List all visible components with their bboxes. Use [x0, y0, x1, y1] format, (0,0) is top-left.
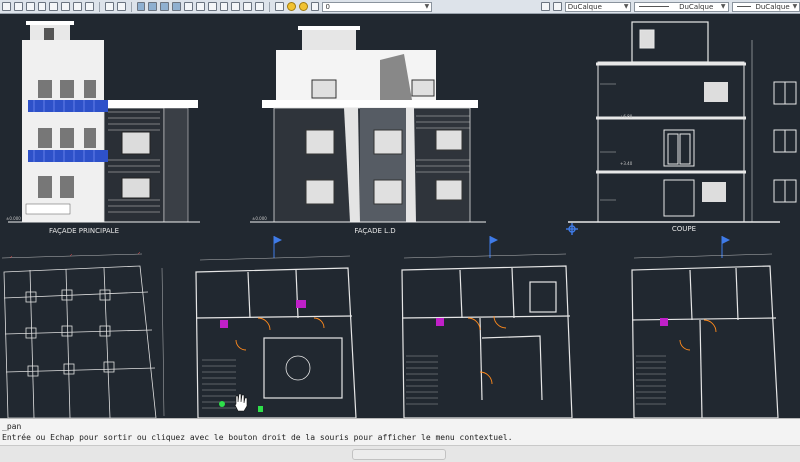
zoom-realtime-icon[interactable]	[148, 2, 158, 11]
command-line-grip[interactable]	[352, 449, 446, 460]
paste-icon[interactable]	[73, 2, 83, 11]
markup-icon[interactable]	[231, 2, 241, 11]
command-line-window[interactable]: _pan Entrée ou Echap pour sortir ou cliq…	[0, 418, 800, 462]
color-swatch-icon	[552, 2, 562, 11]
chevron-down-icon: ▼	[623, 2, 629, 10]
layer-previous-icon[interactable]	[541, 2, 550, 11]
undo-icon[interactable]	[104, 2, 114, 11]
cut-icon[interactable]	[49, 2, 59, 11]
quick-access-toolbar: 0 ▼ DuCalque ▼ DuCalque ▼ DuCalque ▼	[0, 0, 800, 14]
pan-icon[interactable]	[136, 2, 146, 11]
north-arrow-flag-icon	[273, 236, 282, 258]
sheet-set-icon[interactable]	[219, 2, 229, 11]
layer-value: 0	[325, 2, 330, 11]
lineweight-sample	[736, 6, 751, 7]
toolbar-separator	[269, 1, 270, 12]
level-base-label: ±0.000	[6, 216, 21, 221]
linetype-sample	[639, 6, 670, 7]
section-coupe	[568, 21, 797, 223]
coupe-title: COUPE	[672, 225, 696, 233]
elevation-facade-principale: ±0.000 FAÇADE PRINCIPALE	[6, 21, 200, 235]
chevron-down-icon: ▼	[424, 2, 430, 10]
toolbar-separator	[130, 1, 132, 12]
new-icon[interactable]	[2, 2, 11, 11]
quickcalc-icon[interactable]	[243, 2, 253, 11]
color-value: DuCalque	[567, 2, 602, 11]
level-label: +3.40	[620, 161, 633, 166]
facade-ld-title: FAÇADE L.D	[354, 227, 395, 235]
match-properties-icon[interactable]	[85, 2, 94, 11]
ucs-marker-icon	[566, 223, 578, 235]
redo-icon[interactable]	[116, 2, 126, 11]
linetype-dropdown[interactable]: DuCalque ▼	[634, 1, 729, 12]
level-label: +6.80	[620, 114, 633, 119]
properties-icon[interactable]	[184, 2, 193, 11]
model-space-canvas[interactable]: ±0.000 FAÇADE PRINCIPALE ±0.000 FAÇADE L…	[0, 14, 800, 419]
design-center-icon[interactable]	[195, 2, 205, 11]
command-history-last: _pan	[2, 422, 22, 431]
linetype-value: DuCalque	[679, 2, 714, 11]
lineweight-dropdown[interactable]: DuCalque ▼	[731, 1, 800, 12]
layer-dropdown[interactable]: 0 ▼	[322, 1, 433, 12]
level-base-label: ±0.000	[252, 216, 267, 221]
toolbar-separator	[98, 1, 100, 12]
pan-hand-cursor-icon	[234, 393, 248, 412]
facade-principale-title: FAÇADE PRINCIPALE	[49, 227, 119, 235]
chevron-down-icon: ▼	[720, 2, 726, 10]
zoom-window-icon[interactable]	[160, 2, 170, 11]
zoom-previous-icon[interactable]	[172, 2, 181, 11]
north-arrow-flag-icon	[489, 236, 498, 258]
layer-freeze-sun-icon[interactable]	[298, 2, 308, 11]
open-icon[interactable]	[13, 2, 23, 11]
plan-first-floor	[401, 236, 573, 419]
layer-lock-icon[interactable]	[310, 2, 320, 11]
layer-properties-icon[interactable]	[275, 2, 284, 11]
tool-palettes-icon[interactable]	[207, 2, 217, 11]
print-icon[interactable]	[37, 2, 47, 11]
plan-ground-floor	[195, 236, 357, 419]
save-icon[interactable]	[25, 2, 35, 11]
north-arrow-flag-icon	[721, 236, 730, 258]
help-icon[interactable]	[255, 2, 265, 11]
lineweight-value: DuCalque	[755, 2, 790, 11]
command-input-bar[interactable]	[0, 445, 800, 462]
color-dropdown[interactable]: DuCalque ▼	[564, 1, 632, 12]
copy-icon[interactable]	[61, 2, 71, 11]
plan-structure	[1, 253, 165, 419]
command-prompt-text: Entrée ou Echap pour sortir ou cliquez a…	[2, 433, 513, 442]
chevron-down-icon: ▼	[792, 2, 798, 10]
plan-second-floor	[631, 236, 779, 419]
elevation-facade-ld: ±0.000 FAÇADE L.D	[250, 26, 486, 235]
layer-on-bulb-icon[interactable]	[286, 2, 296, 11]
